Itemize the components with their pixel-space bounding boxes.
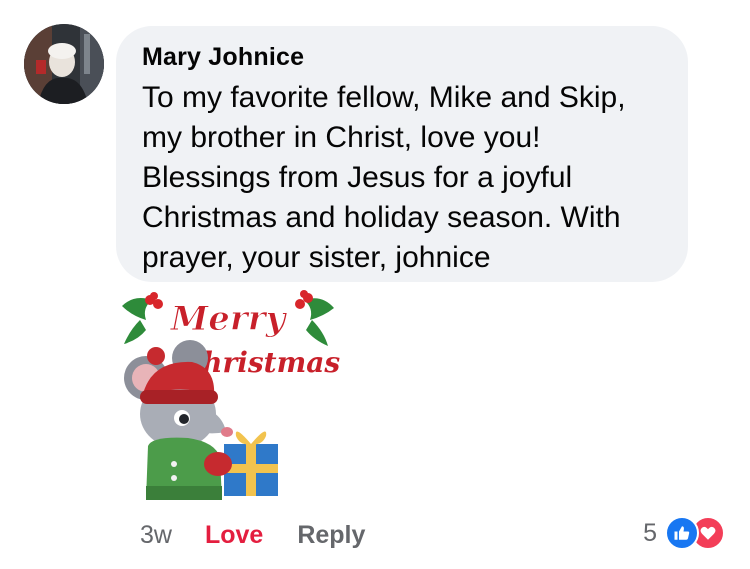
mouse-with-gift-sticker: Merry Christmas bbox=[112, 286, 344, 508]
holly-left-icon bbox=[122, 292, 163, 344]
reply-button[interactable]: Reply bbox=[297, 521, 365, 550]
reaction-icons[interactable] bbox=[665, 516, 725, 550]
like-icon bbox=[665, 516, 699, 550]
comment-text: To my favorite fellow, Mike and Skip, my… bbox=[142, 81, 626, 274]
avatar[interactable] bbox=[24, 24, 104, 104]
sticker-line1: Merry bbox=[170, 299, 288, 339]
comment-author[interactable]: Mary Johnice bbox=[142, 42, 662, 72]
comment-bubble: Mary Johnice To my favorite fellow, Mike… bbox=[116, 26, 688, 282]
reaction-count[interactable]: 5 bbox=[643, 519, 657, 548]
holly-right-icon bbox=[295, 290, 334, 346]
love-button[interactable]: Love bbox=[205, 521, 263, 550]
comment-timestamp[interactable]: 3w bbox=[140, 521, 172, 550]
reaction-summary[interactable]: 5 bbox=[643, 516, 725, 550]
comment-actions: 3w Love Reply bbox=[140, 518, 365, 552]
